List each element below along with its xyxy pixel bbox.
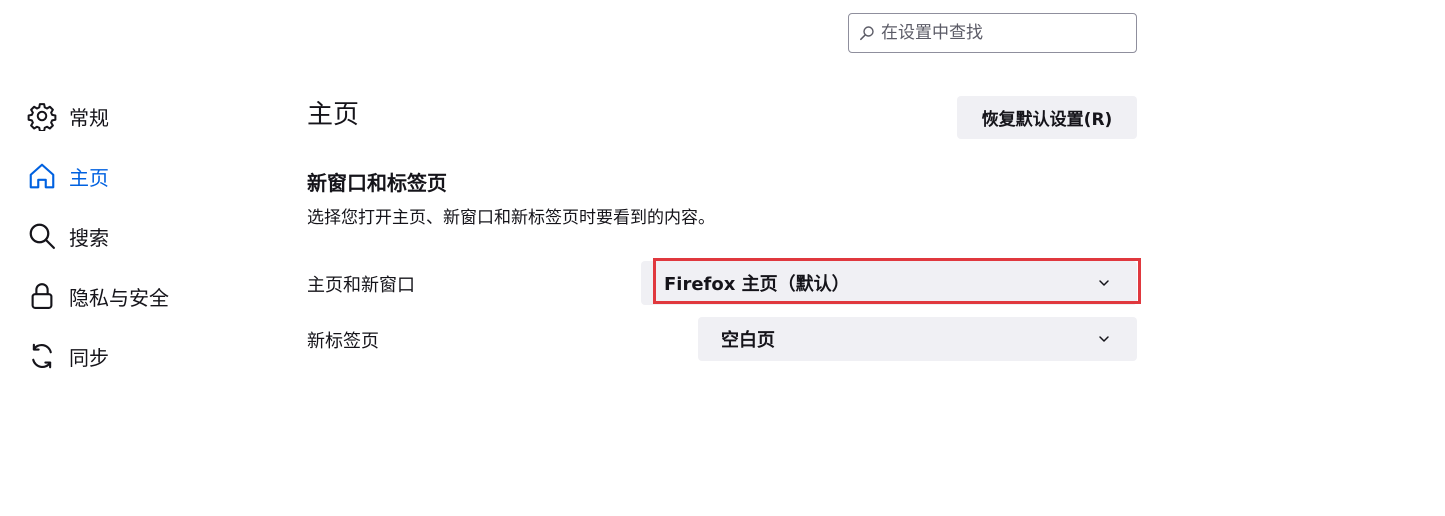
lock-icon <box>26 280 58 312</box>
newtab-select-value: 空白页 <box>721 330 775 351</box>
sidebar-item-label: 搜索 <box>69 225 109 250</box>
section-description: 选择您打开主页、新窗口和新标签页时要看到的内容。 <box>307 208 715 228</box>
sidebar-item-label: 主页 <box>69 165 109 190</box>
sidebar-item-search[interactable]: 搜索 <box>26 206 266 266</box>
sidebar-item-label: 隐私与安全 <box>69 285 169 310</box>
gear-icon <box>26 100 58 132</box>
chevron-down-icon <box>1099 336 1109 342</box>
newtab-label: 新标签页 <box>307 331 379 352</box>
sidebar-item-label: 同步 <box>69 345 109 370</box>
sidebar: 常规 主页 搜索 隐私与安全 同步 <box>26 86 266 386</box>
home-icon <box>26 160 58 192</box>
search-field[interactable] <box>848 13 1137 53</box>
homepage-label: 主页和新窗口 <box>307 275 415 296</box>
section-title: 新窗口和标签页 <box>307 171 447 195</box>
sync-icon <box>26 340 58 372</box>
search-icon <box>860 26 874 41</box>
sidebar-item-sync[interactable]: 同步 <box>26 326 266 386</box>
settings-page: 常规 主页 搜索 <box>0 0 1445 516</box>
sidebar-item-general[interactable]: 常规 <box>26 86 266 146</box>
restore-defaults-button[interactable]: 恢复默认设置(R) <box>957 96 1137 139</box>
sidebar-item-home[interactable]: 主页 <box>26 146 266 206</box>
chevron-down-icon <box>1099 280 1109 286</box>
sidebar-item-privacy[interactable]: 隐私与安全 <box>26 266 266 326</box>
newtab-select[interactable]: 空白页 <box>698 317 1137 361</box>
homepage-select-value: Firefox 主页（默认） <box>664 274 850 295</box>
sidebar-item-label: 常规 <box>69 105 109 130</box>
homepage-select[interactable]: Firefox 主页（默认） <box>641 261 1137 305</box>
search-input[interactable] <box>881 23 1121 43</box>
page-title: 主页 <box>307 100 360 130</box>
search-icon <box>26 220 58 252</box>
